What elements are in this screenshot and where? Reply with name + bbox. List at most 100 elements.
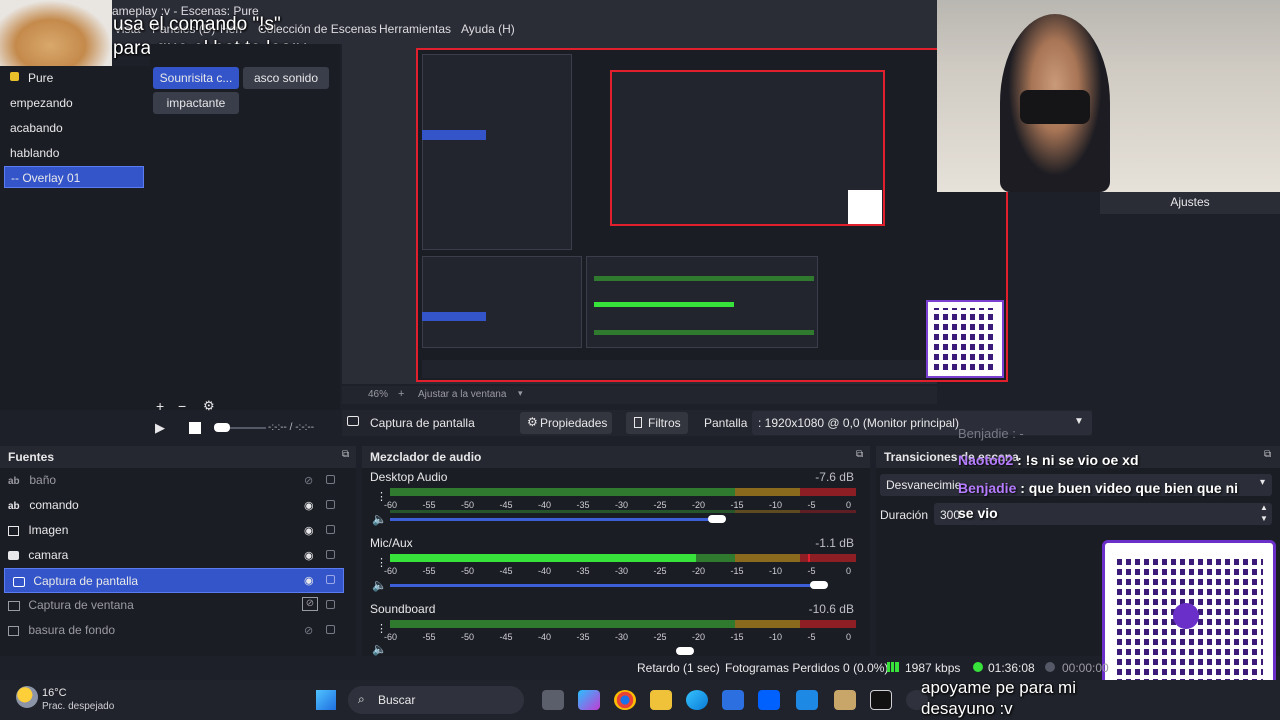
add-icon[interactable]: + xyxy=(156,398,164,414)
media-seek-knob[interactable] xyxy=(214,423,230,432)
gear-icon[interactable]: ⚙ xyxy=(203,398,215,414)
stop-icon[interactable] xyxy=(189,422,201,434)
zoom-fit[interactable]: Ajustar a la ventana xyxy=(418,389,506,400)
lock-icon[interactable] xyxy=(326,625,335,634)
nested-source-sel xyxy=(422,312,486,321)
source-row-captura-pantalla[interactable]: Captura de pantalla xyxy=(4,568,344,593)
source-row-comando[interactable]: ab comando xyxy=(0,493,346,518)
scene-overlay-01[interactable]: -- Overlay 01 xyxy=(4,166,144,188)
chrome-icon[interactable] xyxy=(614,690,636,710)
nested-obs-scenes xyxy=(422,54,572,250)
volume-slider-fill[interactable] xyxy=(390,584,818,587)
volume-slider-knob[interactable] xyxy=(708,515,726,523)
app-icon-3[interactable] xyxy=(870,690,892,710)
spin-up-icon[interactable]: ▲ xyxy=(1260,503,1268,512)
source-row-bano[interactable]: ab baño xyxy=(0,468,346,493)
edge-icon[interactable] xyxy=(686,690,708,710)
folder-icon xyxy=(10,72,19,81)
soundboard-button-asco[interactable]: asco sonido xyxy=(243,67,329,89)
lock-icon[interactable] xyxy=(326,600,335,609)
source-row-captura-ventana[interactable]: Captura de ventana xyxy=(0,593,346,618)
dropbox-icon[interactable] xyxy=(758,690,780,710)
play-icon[interactable]: ▶ xyxy=(155,420,175,436)
eye-icon[interactable]: ◉ xyxy=(304,574,314,587)
speaker-icon[interactable]: 🔈 xyxy=(372,578,387,592)
chevron-down-icon: ▾ xyxy=(1260,477,1266,488)
eye-icon[interactable]: ◉ xyxy=(304,499,314,512)
app-icon[interactable] xyxy=(796,690,818,710)
zoom-in-icon[interactable]: + xyxy=(398,388,404,400)
lock-icon[interactable] xyxy=(326,500,335,509)
monitor-icon xyxy=(347,416,359,426)
scene-empezando[interactable]: empezando xyxy=(4,92,144,114)
meter-tick-label: -10 xyxy=(769,500,783,510)
eye-icon[interactable]: ◉ xyxy=(304,524,314,537)
lock-icon[interactable] xyxy=(326,550,335,559)
meter-tick-label: -15 xyxy=(730,632,744,642)
lock-icon[interactable] xyxy=(326,475,335,484)
eye-icon[interactable]: ◉ xyxy=(304,549,314,562)
speaker-icon[interactable]: 🔈 xyxy=(372,642,387,656)
selected-source-name: Captura de pantalla xyxy=(370,416,475,430)
soundboard-button-impactante[interactable]: impactante xyxy=(153,92,239,114)
app-icon-2[interactable] xyxy=(834,690,856,710)
task-view-icon[interactable] xyxy=(542,690,564,710)
source-row-camara[interactable]: camara xyxy=(0,543,346,568)
screen-select[interactable]: : 1920x1080 @ 0,0 (Monitor principal) ▼ xyxy=(752,411,1092,435)
filter-icon xyxy=(634,417,642,428)
source-row-imagen[interactable]: Imagen xyxy=(0,518,346,543)
chat-ghost-message: Benjadie : - xyxy=(958,426,1024,441)
menu-herramientas[interactable]: Herramientas xyxy=(379,22,451,36)
scene-pure[interactable]: Pure xyxy=(22,67,162,89)
media-seek-track[interactable] xyxy=(230,427,266,429)
store-icon[interactable] xyxy=(722,690,744,710)
undock-icon[interactable]: ⧉ xyxy=(856,449,863,460)
preview-canvas[interactable] xyxy=(416,48,1008,382)
chat-message-1: Naoto02 : !s ni se vio oe xd xyxy=(958,452,1139,468)
properties-button[interactable]: ⚙ Propiedades xyxy=(520,412,612,434)
remove-icon[interactable]: − xyxy=(178,398,186,414)
meter-tick-label: -30 xyxy=(615,500,629,510)
scene-acabando[interactable]: acabando xyxy=(4,117,144,139)
weather-desc[interactable]: Prac. despejado xyxy=(42,701,114,712)
file-explorer-icon[interactable] xyxy=(650,690,672,710)
face-mask xyxy=(1020,90,1090,124)
volume-slider-knob[interactable] xyxy=(676,647,694,655)
meter-tick-label: -20 xyxy=(692,632,706,642)
eye-hidden-icon[interactable]: ⊘ xyxy=(304,624,313,637)
settings-button[interactable]: Ajustes xyxy=(1100,192,1280,214)
soundboard-button-sonrisita[interactable]: Sounrisita c... xyxy=(153,67,239,89)
source-row-basura[interactable]: basura de fondo xyxy=(0,618,346,643)
chat-message-2: Benjadie : que buen video que bien que n… xyxy=(958,480,1238,496)
undock-icon[interactable]: ⧉ xyxy=(1264,449,1271,460)
weather-icon[interactable] xyxy=(16,686,38,708)
lock-icon[interactable] xyxy=(326,525,335,534)
nested-sources xyxy=(422,256,582,348)
spin-down-icon[interactable]: ▼ xyxy=(1260,514,1268,523)
speaker-icon[interactable]: 🔈 xyxy=(372,512,387,526)
eye-hidden-icon[interactable]: ⊘ xyxy=(302,597,318,611)
copilot-icon[interactable] xyxy=(578,690,600,710)
volume-slider-fill[interactable] xyxy=(390,518,716,521)
windows-start-icon[interactable] xyxy=(316,690,336,710)
source-name: comando xyxy=(29,498,79,512)
taskbar-search[interactable]: ⌕ Buscar xyxy=(348,686,524,714)
lock-icon[interactable] xyxy=(326,575,335,584)
cat-overlay-image xyxy=(0,0,112,76)
zoom-dropdown-icon[interactable]: ▾ xyxy=(518,388,523,399)
zoom-percent[interactable]: 46% xyxy=(368,389,388,400)
meter-tick-label: -60 xyxy=(384,566,398,576)
channel-db: -10.6 dB xyxy=(808,602,854,616)
filters-button[interactable]: Filtros xyxy=(626,412,688,434)
nested-meter-3 xyxy=(594,330,814,335)
menu-ayuda[interactable]: Ayuda (H) xyxy=(461,22,515,36)
meter-tick-label: -5 xyxy=(807,632,816,642)
eye-hidden-icon[interactable]: ⊘ xyxy=(304,474,313,487)
chevron-down-icon: ▼ xyxy=(1074,416,1084,427)
weather-temp[interactable]: 16°C xyxy=(42,687,67,699)
status-stream-time: 01:36:08 xyxy=(988,661,1035,675)
nested-preview xyxy=(610,70,885,226)
undock-icon[interactable]: ⧉ xyxy=(342,449,349,460)
volume-slider-knob[interactable] xyxy=(810,581,828,589)
scene-hablando[interactable]: hablando xyxy=(4,142,144,164)
